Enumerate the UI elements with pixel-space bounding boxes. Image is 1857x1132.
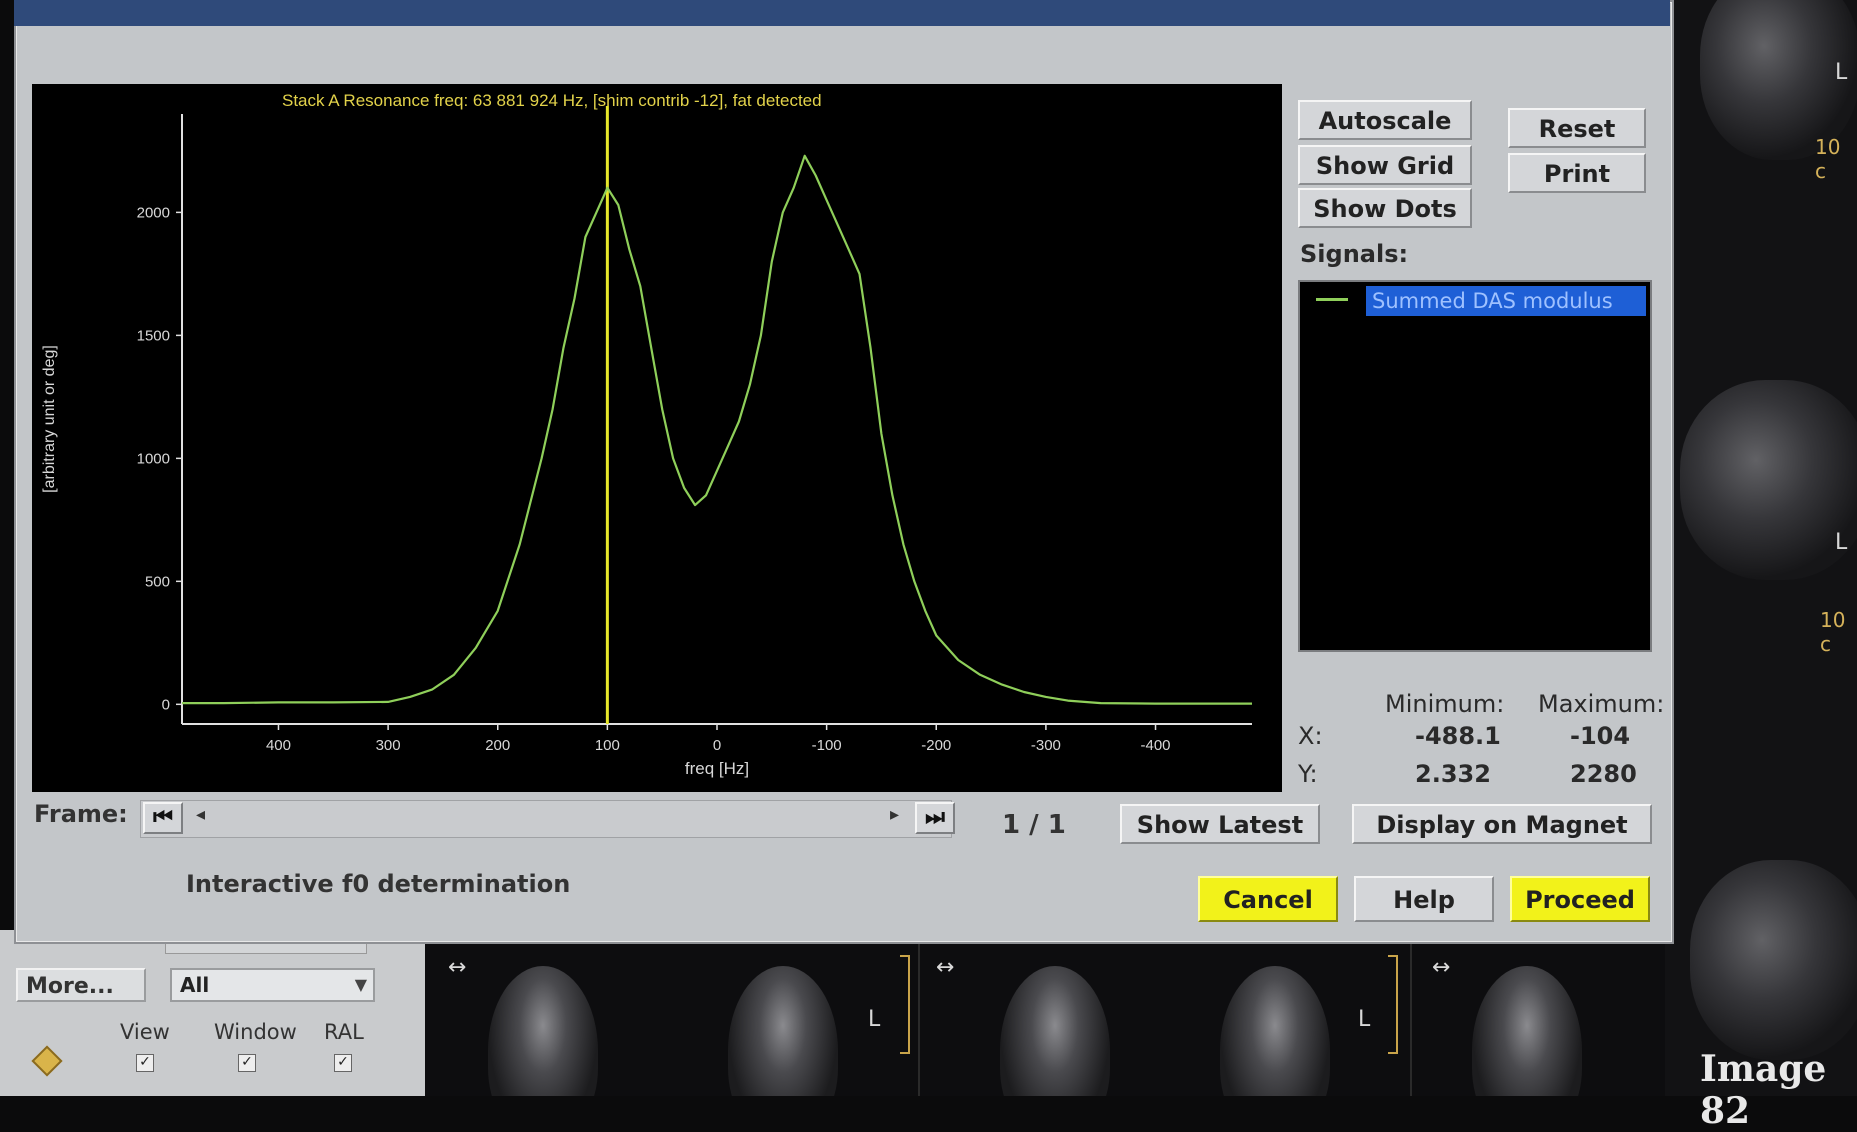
show-dots-button[interactable]: Show Dots xyxy=(1298,188,1472,228)
mri-tissue xyxy=(488,966,598,1096)
spectrum-plot[interactable]: 400 300 200 100 0 -100 -200 -300 -400 0 500 1000 150… xyxy=(32,84,1282,792)
chart-title: Stack A Resonance freq: 63 881 924 Hz, [… xyxy=(282,91,822,110)
y-tick-label: 500 xyxy=(145,573,170,590)
series-line-summed-das-modulus xyxy=(182,154,1252,705)
x-stat-label: X: xyxy=(1298,722,1323,750)
show-latest-button[interactable]: Show Latest xyxy=(1120,804,1320,844)
window-checkbox[interactable]: ✓ xyxy=(238,1054,256,1072)
x-tick-label: 400 xyxy=(266,737,291,754)
y-stat-label: Y: xyxy=(1298,760,1318,788)
orientation-label: L xyxy=(868,1007,881,1032)
print-button[interactable]: Print xyxy=(1508,153,1646,193)
x-tick-label: -100 xyxy=(812,737,842,754)
slider-right-arrow-icon[interactable]: ▸ xyxy=(890,804,899,825)
mri-tissue xyxy=(1000,966,1110,1096)
y-tick-label: 1000 xyxy=(137,450,170,467)
filter-select-value: All xyxy=(180,973,210,997)
scale-label-top: 10 c xyxy=(1815,135,1841,183)
cancel-button[interactable]: Cancel xyxy=(1198,876,1338,922)
ral-checkbox-label: RAL xyxy=(324,1020,364,1044)
x-tick-label: -200 xyxy=(921,737,951,754)
frame-label: Frame: xyxy=(34,800,128,828)
autoscale-button[interactable]: Autoscale xyxy=(1298,100,1472,140)
scale-ruler xyxy=(900,955,910,1054)
y-tick-label: 1500 xyxy=(137,327,170,344)
scale-label-middle: 10 c xyxy=(1820,608,1846,656)
signal-item-summed-das[interactable]: Summed DAS modulus xyxy=(1366,286,1646,316)
y-tick-label: 0 xyxy=(162,696,170,713)
first-frame-button[interactable]: ⏮ xyxy=(143,802,183,834)
help-button[interactable]: Help xyxy=(1354,876,1494,922)
mri-thumbnail[interactable]: ↔ L xyxy=(428,935,920,1096)
x-tick-label: -400 xyxy=(1141,737,1171,754)
mri-tissue xyxy=(728,966,838,1096)
more-button[interactable]: More... xyxy=(16,968,146,1002)
x-axis-label: freq [Hz] xyxy=(685,759,749,778)
minimum-header: Minimum: xyxy=(1385,690,1505,718)
orientation-arrow-icon: ↔ xyxy=(448,955,467,980)
maximum-header: Maximum: xyxy=(1538,690,1665,718)
proceed-button[interactable]: Proceed xyxy=(1510,876,1650,922)
x-tick-label: 200 xyxy=(485,737,510,754)
orientation-arrow-icon: ↔ xyxy=(936,955,955,980)
x-maximum-value: -104 xyxy=(1570,722,1631,750)
ral-checkbox[interactable]: ✓ xyxy=(334,1054,352,1072)
y-minimum-value: 2.332 xyxy=(1415,760,1491,788)
filter-select[interactable]: All ▼ xyxy=(170,968,375,1002)
x-tick-label: -300 xyxy=(1031,737,1061,754)
y-axis-label: [arbitrary unit or deg] xyxy=(41,345,58,493)
orientation-label: L xyxy=(1835,60,1848,85)
y-tick-label: 2000 xyxy=(137,204,170,221)
scale-ruler xyxy=(1388,955,1398,1054)
status-message: Interactive f0 determination xyxy=(186,870,571,898)
display-on-magnet-button[interactable]: Display on Magnet xyxy=(1352,804,1652,844)
mri-side-view: 10 c 10 c L L xyxy=(1660,0,1857,1096)
x-tick-label: 100 xyxy=(595,737,620,754)
dialog-titlebar xyxy=(14,0,1670,26)
signals-label: Signals: xyxy=(1300,240,1409,268)
show-grid-button[interactable]: Show Grid xyxy=(1298,145,1472,185)
viewer-control-panel xyxy=(0,930,425,1096)
last-frame-button[interactable]: ⏭ xyxy=(915,802,955,834)
image-number-label: Image 82 xyxy=(1700,1048,1827,1132)
x-tick-label: 300 xyxy=(376,737,401,754)
view-checkbox-label: View xyxy=(120,1020,170,1044)
frame-slider[interactable] xyxy=(140,800,952,838)
mri-thumbnail[interactable]: ↔ L xyxy=(920,935,1412,1096)
x-tick-label: 0 xyxy=(713,737,721,754)
orientation-arrow-icon: ↔ xyxy=(1432,955,1451,980)
orientation-label: L xyxy=(1358,1007,1371,1032)
chevron-down-icon: ▼ xyxy=(354,975,367,994)
y-maximum-value: 2280 xyxy=(1570,760,1637,788)
mri-tissue-middle xyxy=(1680,380,1857,580)
signals-list[interactable]: Summed DAS modulus xyxy=(1298,280,1652,652)
orientation-label: L xyxy=(1835,530,1848,555)
window-checkbox-label: Window xyxy=(214,1020,297,1044)
spectrum-chart: 400 300 200 100 0 -100 -200 -300 -40005001000150… xyxy=(41,91,1252,778)
mri-tissue xyxy=(1472,966,1582,1096)
signal-color-swatch xyxy=(1316,298,1348,301)
reset-button[interactable]: Reset xyxy=(1508,108,1646,148)
frame-count: 1 / 1 xyxy=(1002,810,1066,840)
x-minimum-value: -488.1 xyxy=(1415,722,1501,750)
mri-tissue-bottom xyxy=(1690,860,1857,1060)
mri-tissue xyxy=(1220,966,1330,1096)
slider-left-arrow-icon[interactable]: ◂ xyxy=(196,804,205,825)
mri-thumbnail[interactable]: ↔ xyxy=(1412,935,1662,1096)
view-checkbox[interactable]: ✓ xyxy=(136,1054,154,1072)
